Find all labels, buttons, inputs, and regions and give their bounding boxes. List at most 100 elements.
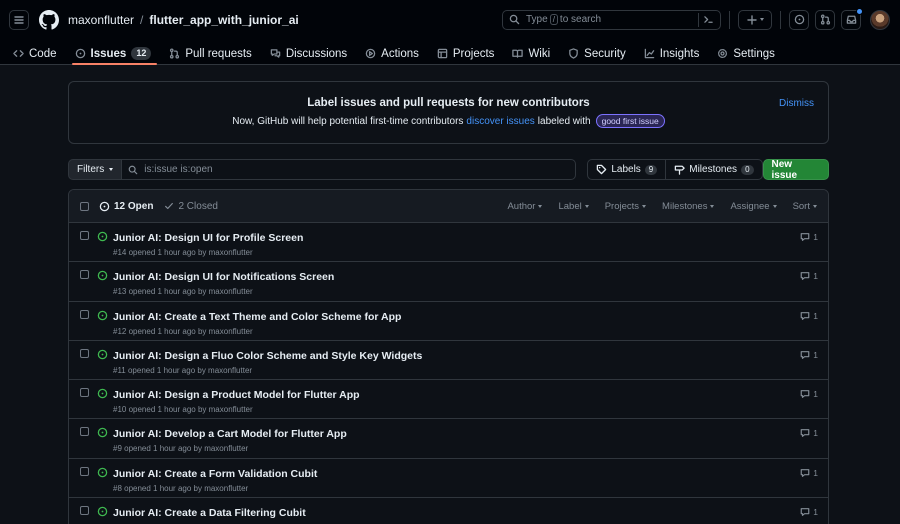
command-palette-button[interactable] [698,12,714,27]
assignee-filter[interactable]: Assignee [730,200,777,212]
tab-insights[interactable]: Insights [641,39,706,65]
tab-settings[interactable]: Settings [714,39,781,65]
filter-bar: Filters is:issue is:open Labels 9 Milest… [68,159,829,181]
issue-meta: #11 opened 1 hour ago by maxonflutter [113,365,253,375]
repo-name-link[interactable]: flutter_app_with_junior_ai [149,13,298,27]
issue-row: Junior AI: Create a Form Validation Cubi… [69,459,828,499]
comments-count: 1 [813,428,818,439]
issue-icon [794,14,804,25]
tab-actions[interactable]: Actions [362,39,425,65]
issue-opened-icon [97,428,108,438]
tab-wiki[interactable]: Wiki [509,39,556,65]
issue-search-input[interactable]: is:issue is:open [122,159,577,180]
open-issues-filter[interactable]: 12 Open [99,201,153,212]
issue-comments-link[interactable]: 1 [800,232,818,242]
good-first-issue-label[interactable]: good first issue [595,114,665,128]
chevron-down-icon [813,204,817,208]
tab-security[interactable]: Security [565,39,632,65]
issue-meta: #10 opened 1 hour ago by maxonflutter [113,405,253,415]
select-all-checkbox[interactable] [80,201,89,211]
issue-comments-link[interactable]: 1 [800,389,818,399]
issue-title-link[interactable]: Junior AI: Develop a Cart Model for Flut… [113,428,347,441]
new-issue-button[interactable]: New issue [762,159,829,181]
issue-meta: #9 opened 1 hour ago by maxonflutter [113,444,249,454]
github-logo-icon[interactable] [39,9,59,30]
create-new-button[interactable] [738,9,772,30]
global-bar: maxonflutter / flutter_app_with_junior_a… [0,0,900,39]
issue-title-link[interactable]: Junior AI: Create a Form Validation Cubi… [113,468,317,481]
issue-body: Junior AI: Design a Fluo Color Scheme an… [113,348,422,375]
user-avatar[interactable] [870,9,890,30]
check-icon [165,202,174,210]
labels-button[interactable]: Labels 9 [587,159,667,180]
projects-filter[interactable]: Projects [605,201,647,212]
labels-count-badge: 9 [644,164,658,175]
pull-request-icon [170,48,180,59]
milestones-filter[interactable]: Milestones [662,201,715,212]
filters-dropdown[interactable]: Filters [68,159,123,180]
issue-title-link[interactable]: Junior AI: Design a Fluo Color Scheme an… [113,350,422,363]
issue-checkbox[interactable] [80,270,89,280]
tab-code[interactable]: Code [10,39,63,65]
sort-dropdown[interactable]: Sort [793,201,817,212]
issue-comments-link[interactable]: 1 [800,311,818,321]
issues-list: 12 Open 2 Closed Author Label Projects M… [68,189,829,524]
banner-text: labeled with [537,115,591,127]
issue-comments-link[interactable]: 1 [800,468,818,478]
issues-count-badge: 12 [131,47,152,60]
pull-requests-shortcut-button[interactable] [815,9,835,30]
chevron-down-icon [109,168,114,171]
label-filter-label: Label [558,200,582,212]
comments-count: 1 [813,467,818,478]
issue-opened-icon [97,467,108,478]
issue-opened-icon [97,349,108,360]
issue-checkbox[interactable] [80,506,89,516]
issue-search-query: is:issue is:open [144,164,213,175]
issue-title-link[interactable]: Junior AI: Design UI for Notifications S… [113,271,334,284]
issue-opened-icon [97,310,108,320]
issue-checkbox[interactable] [80,231,89,240]
search-input[interactable]: Type / to search [502,9,721,30]
discover-issues-link[interactable]: discover issues [466,116,534,127]
issue-comments-link[interactable]: 1 [800,507,818,517]
issue-comments-link[interactable]: 1 [800,350,818,360]
issue-checkbox[interactable] [80,466,89,476]
issue-meta: #8 opened 1 hour ago by maxonflutter [113,483,249,493]
issue-row: Junior AI: Design a Product Model for Fl… [69,380,828,420]
label-filter[interactable]: Label [558,200,589,212]
tab-discussions[interactable]: Discussions [267,39,353,65]
terminal-icon [704,16,713,23]
chevron-down-icon [710,204,715,208]
banner-title: Label issues and pull requests for new c… [307,97,590,109]
tab-issues-label: Issues [90,47,127,60]
issue-title-link[interactable]: Junior AI: Design UI for Profile Screen [113,232,303,245]
issue-comments-link[interactable]: 1 [800,428,818,438]
dismiss-button[interactable]: Dismiss [779,98,814,109]
issue-icon [75,48,85,59]
issue-title-link[interactable]: Junior AI: Design a Product Model for Fl… [113,389,360,402]
author-filter[interactable]: Author [507,201,543,212]
breadcrumb: maxonflutter / flutter_app_with_junior_a… [68,13,299,27]
tab-issues[interactable]: Issues 12 [71,39,158,65]
issue-title-link[interactable]: Junior AI: Create a Data Filtering Cubit [113,507,306,520]
issue-checkbox[interactable] [80,348,89,358]
issue-body: Junior AI: Design UI for Profile Screen … [113,230,303,257]
menu-button[interactable] [9,9,29,30]
comments-count: 1 [813,507,818,518]
issue-comments-link[interactable]: 1 [800,271,818,281]
tab-projects[interactable]: Projects [434,39,501,65]
issue-checkbox[interactable] [80,309,89,319]
inbox-button[interactable] [841,7,863,30]
repo-owner-link[interactable]: maxonflutter [68,13,134,27]
assignee-filter-label: Assignee [730,200,770,212]
issue-checkbox[interactable] [80,388,89,398]
closed-issues-filter[interactable]: 2 Closed [164,201,218,212]
milestone-icon [674,165,685,175]
search-shortcut-key: / [549,14,558,25]
tab-pull-requests[interactable]: Pull requests [166,39,257,65]
issue-checkbox[interactable] [80,427,89,437]
milestones-button[interactable]: Milestones 0 [666,159,763,180]
chevron-down-icon [642,204,647,208]
issues-shortcut-button[interactable] [789,9,809,30]
issue-title-link[interactable]: Junior AI: Create a Text Theme and Color… [113,311,401,324]
